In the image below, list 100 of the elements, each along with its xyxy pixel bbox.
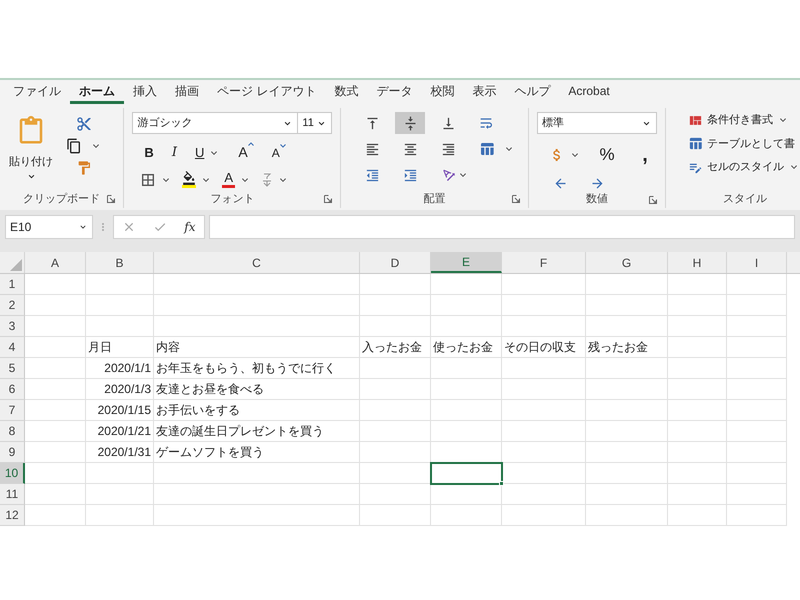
grid-cell[interactable] — [360, 505, 431, 526]
fill-bucket-icon[interactable] — [182, 171, 196, 188]
grid-cell[interactable] — [727, 484, 787, 505]
grid-cell[interactable] — [668, 358, 727, 379]
grid-cell[interactable]: 入ったお金 — [360, 337, 431, 358]
left-arrow-icon[interactable] — [553, 176, 568, 190]
grid-cell[interactable] — [727, 316, 787, 337]
grow-font-button[interactable]: A — [238, 142, 248, 163]
grid-cell[interactable] — [360, 295, 431, 316]
grid-cell[interactable]: ゲームソフトを買う — [154, 442, 360, 463]
row-header[interactable]: 10 — [0, 463, 25, 484]
grid-cell[interactable] — [502, 484, 586, 505]
grid-cell[interactable] — [431, 358, 502, 379]
grid-cell[interactable] — [586, 421, 668, 442]
grid-cell[interactable] — [360, 421, 431, 442]
grid-cell[interactable] — [727, 274, 787, 295]
grid-cell[interactable] — [360, 316, 431, 337]
grid-cell[interactable] — [360, 442, 431, 463]
paste-button[interactable]: 貼り付け — [8, 112, 54, 190]
fill-handle[interactable] — [499, 481, 504, 486]
column-header[interactable]: A — [25, 252, 86, 273]
grid-cell[interactable] — [154, 316, 360, 337]
grid-cell[interactable] — [727, 505, 787, 526]
ribbon-tab[interactable]: 描画 — [166, 80, 208, 104]
style-menu-button[interactable]: テーブルとして書 — [707, 136, 795, 152]
grid-cell[interactable] — [502, 421, 586, 442]
ribbon-tab[interactable]: 数式 — [325, 80, 368, 104]
grid-cell[interactable] — [668, 337, 727, 358]
grid-cell[interactable] — [727, 379, 787, 400]
grid-cell[interactable]: 2020/1/1 — [86, 358, 154, 379]
row-header[interactable]: 7 — [0, 400, 25, 421]
grid-cell[interactable]: 2020/1/21 — [86, 421, 154, 442]
grid-cell[interactable]: 2020/1/15 — [86, 400, 154, 421]
ribbon-tab[interactable]: Acrobat — [559, 80, 619, 104]
grid-cell[interactable] — [586, 463, 668, 484]
grid-cell[interactable] — [502, 505, 586, 526]
grid-cell[interactable]: 2020/1/31 — [86, 442, 154, 463]
grid-cell[interactable] — [86, 295, 154, 316]
grid-cell[interactable]: 友達とお昼を食べる — [154, 379, 360, 400]
grid-cell[interactable] — [502, 400, 586, 421]
grid-cell[interactable]: 使ったお金 — [431, 337, 502, 358]
grid-cell[interactable] — [431, 463, 502, 484]
grid-cell[interactable] — [586, 379, 668, 400]
grid-cell[interactable] — [25, 400, 86, 421]
grid-cell[interactable] — [502, 442, 586, 463]
right-arrow-icon[interactable] — [590, 176, 605, 190]
table-icon[interactable] — [688, 136, 703, 152]
ribbon-tab[interactable]: 挿入 — [124, 80, 166, 104]
grid-cell[interactable]: お年玉をもらう、初もうでに行く — [154, 358, 360, 379]
grid-cell[interactable] — [86, 505, 154, 526]
grid-cell[interactable] — [586, 358, 668, 379]
ribbon-tab[interactable]: ホーム — [70, 80, 124, 104]
dialog-launcher-icon[interactable] — [107, 195, 116, 203]
dialog-launcher-icon[interactable] — [324, 195, 332, 203]
grid-cell[interactable] — [502, 316, 586, 337]
grid-cell[interactable] — [727, 463, 787, 484]
row-header[interactable]: 3 — [0, 316, 25, 337]
grid-cell[interactable] — [25, 442, 86, 463]
grid-cell[interactable] — [360, 379, 431, 400]
grid-cell[interactable] — [502, 463, 586, 484]
row-header[interactable]: 5 — [0, 358, 25, 379]
column-header[interactable]: F — [502, 252, 586, 273]
grid-cell[interactable]: 内容 — [154, 337, 360, 358]
grid-cell[interactable] — [25, 463, 86, 484]
column-header[interactable]: I — [727, 252, 787, 273]
grid-cell[interactable] — [586, 505, 668, 526]
ribbon-tab[interactable]: 表示 — [463, 80, 506, 104]
grid-cell[interactable] — [668, 484, 727, 505]
grid-cell[interactable]: 2020/1/3 — [86, 379, 154, 400]
grid-cell[interactable] — [727, 295, 787, 316]
column-header[interactable]: B — [86, 252, 154, 273]
grid-cell[interactable] — [668, 295, 727, 316]
row-header[interactable]: 4 — [0, 337, 25, 358]
grid-cell[interactable] — [25, 295, 86, 316]
font-name-dropdown[interactable]: 游ゴシック — [132, 112, 298, 134]
grid-cell[interactable] — [431, 484, 502, 505]
grid-cell[interactable] — [25, 316, 86, 337]
column-header[interactable]: H — [668, 252, 727, 273]
ribbon-tab[interactable]: ページ レイアウト — [208, 80, 326, 104]
row-header[interactable]: 6 — [0, 379, 25, 400]
grid-cell[interactable] — [431, 295, 502, 316]
dialog-launcher-icon[interactable] — [512, 195, 520, 203]
ribbon-tab[interactable]: ファイル — [4, 80, 70, 104]
style-menu-button[interactable]: セルのスタイル — [707, 159, 784, 176]
grid-cell[interactable] — [586, 274, 668, 295]
grid-cell[interactable] — [727, 400, 787, 421]
ribbon-tab[interactable]: 校閲 — [421, 80, 464, 104]
grid-cell[interactable] — [431, 505, 502, 526]
ribbon-tab[interactable]: データ — [367, 80, 422, 104]
grid-cell[interactable] — [586, 316, 668, 337]
grid-cell[interactable] — [668, 505, 727, 526]
grid-cell[interactable] — [727, 358, 787, 379]
grid-cell[interactable]: お手伝いをする — [154, 400, 360, 421]
grid-cell[interactable] — [25, 358, 86, 379]
grid-cell[interactable] — [586, 442, 668, 463]
grid-cell[interactable]: その日の収支 — [502, 337, 586, 358]
grid-cell[interactable] — [586, 295, 668, 316]
grid-cell[interactable] — [431, 274, 502, 295]
grid-cell[interactable] — [668, 379, 727, 400]
grid-cell[interactable] — [668, 316, 727, 337]
